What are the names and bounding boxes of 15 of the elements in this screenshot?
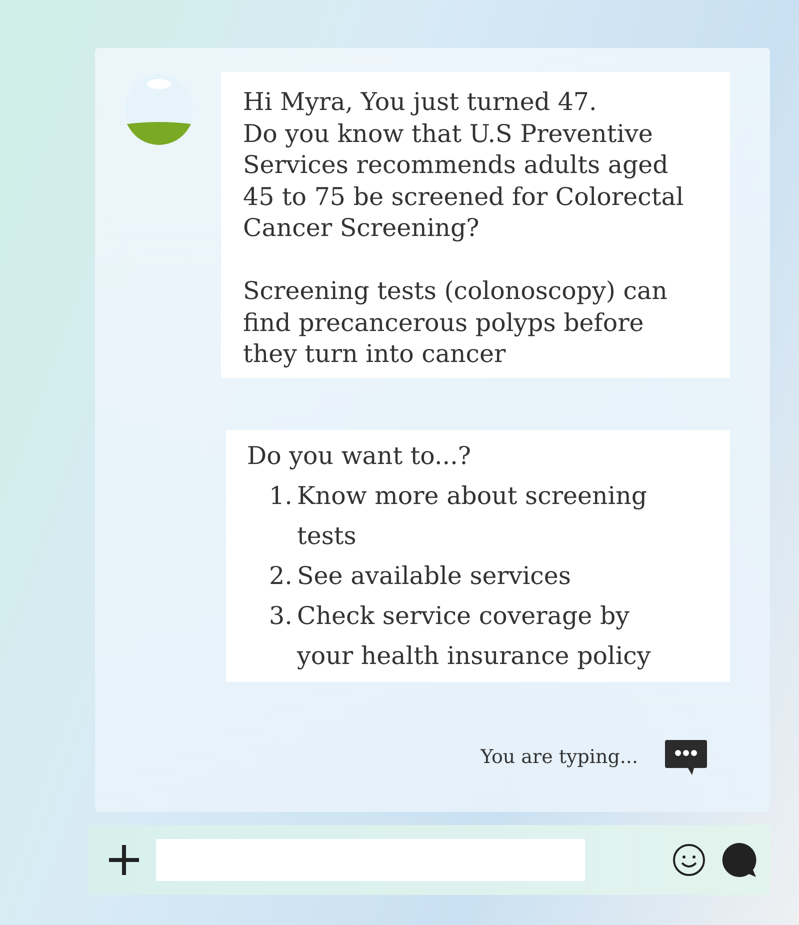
plus-icon[interactable]: [106, 842, 142, 878]
option-text[interactable]: See available services: [297, 556, 571, 596]
prompt-text: Do you want to...?: [247, 440, 472, 472]
option-text[interactable]: Check service coverage by your health insurance policy: [297, 596, 651, 676]
message-input[interactable]: [156, 839, 585, 881]
message-text: Screening tests (colonoscopy) can find precancerous polyps before they turn into cancer: [243, 275, 668, 370]
option-number: 2.: [269, 560, 294, 592]
message-text: Hi Myra, You just turned 47. Do you know that U.S Preventive Services recommends adults aged 45 to 75 be screened for Colorectal Cancer Screening?: [243, 86, 685, 244]
option-number: 1.: [269, 480, 294, 512]
send-bubble-icon[interactable]: [720, 841, 758, 879]
typing-status: You are typing...: [480, 746, 638, 768]
option-text[interactable]: Know more about screening tests: [297, 476, 648, 556]
smiley-icon[interactable]: [672, 843, 706, 877]
chat-bubble-icon: [664, 738, 708, 776]
option-number: 3.: [269, 600, 294, 632]
